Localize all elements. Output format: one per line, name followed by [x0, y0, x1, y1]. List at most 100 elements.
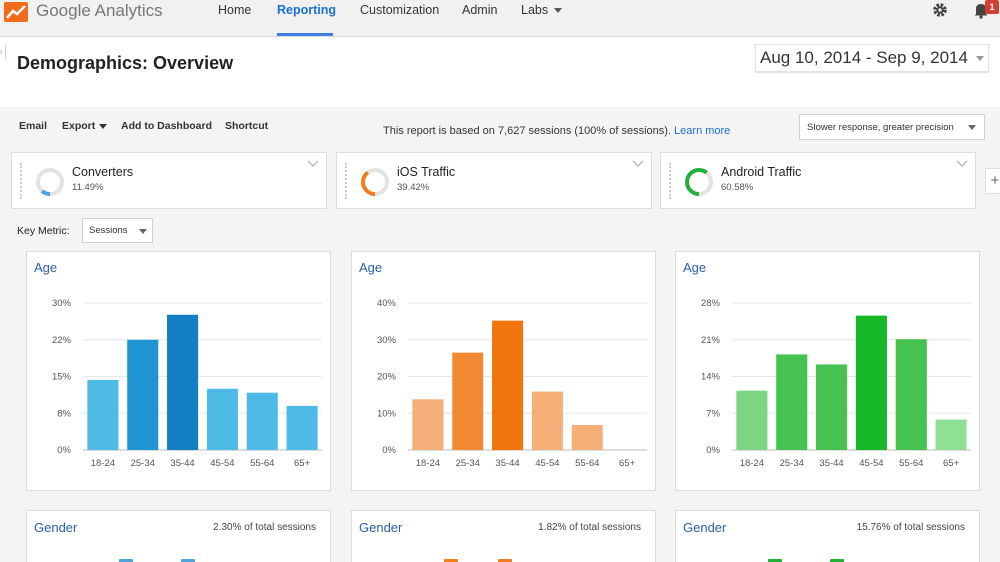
nav-reporting[interactable]: Reporting — [277, 3, 336, 17]
precision-select[interactable]: Slower response, greater precision — [799, 114, 985, 140]
nav-labs-label: Labs — [521, 3, 549, 17]
age-bar-18-24[interactable] — [87, 379, 119, 450]
y-tick-label: 14% — [701, 372, 721, 383]
age-bar-45-54[interactable] — [855, 315, 887, 450]
age-bar-18-24[interactable] — [412, 399, 444, 450]
precision-select-value: Slower response, greater precision — [807, 122, 954, 133]
top-nav-bar: Google Analytics Home Reporting Customiz… — [0, 0, 1000, 37]
key-metric-select[interactable]: Sessions — [82, 218, 153, 243]
y-tick-label: 10% — [377, 408, 397, 419]
segment-card-android[interactable]: Android Traffic 60.58% — [660, 152, 976, 209]
drag-handle[interactable] — [669, 163, 673, 199]
sampling-note: This report is based on 7,627 sessions (… — [383, 125, 730, 137]
active-tab-indicator — [277, 33, 333, 36]
nav-customization[interactable]: Customization — [360, 3, 439, 17]
segment-percent: 39.42% — [397, 182, 430, 193]
ring-track — [36, 168, 64, 196]
y-tick-label: 20% — [377, 372, 397, 383]
segment-ring-icon — [685, 168, 713, 196]
x-tick-label: 45-54 — [210, 458, 234, 469]
age-bar-65+[interactable] — [286, 405, 318, 450]
email-button[interactable]: Email — [19, 120, 47, 132]
age-chart-panel-converters: Age 30% 22% 15% 8% 0% 18-24 25-34 35-44 45-54 55-… — [26, 251, 331, 491]
age-bar-chart: 28% 21% 14% 7% 0% 18-24 25-34 35-44 45-54 55-64 65… — [701, 298, 971, 469]
age-bar-55-64[interactable] — [895, 339, 927, 450]
segment-name: Android Traffic — [721, 165, 802, 179]
x-tick-label: 18-24 — [740, 458, 764, 469]
date-range-picker[interactable]: Aug 10, 2014 - Sep 9, 2014 — [755, 44, 989, 72]
gear-icon[interactable] — [931, 1, 949, 19]
gender-panel-android: Gender 15.76% of total sessions — [675, 510, 980, 562]
chevron-down-icon[interactable] — [306, 158, 320, 170]
gender-session-share: 1.82% of total sessions — [538, 522, 641, 533]
collapse-sidebar-icon[interactable]: ‹ — [0, 45, 6, 59]
age-bar-35-44[interactable] — [492, 320, 524, 450]
drag-handle[interactable] — [20, 163, 24, 199]
x-tick-label: 45-54 — [535, 458, 559, 469]
age-bar-55-64[interactable] — [571, 425, 603, 450]
nav-home[interactable]: Home — [218, 3, 251, 17]
segment-ring-icon — [36, 168, 64, 196]
y-tick-label: 28% — [701, 298, 721, 309]
age-bar-18-24[interactable] — [736, 390, 768, 450]
age-bar-55-64[interactable] — [246, 392, 278, 450]
notification-badge[interactable]: 1 — [985, 0, 999, 14]
x-tick-label: 25-34 — [780, 458, 804, 469]
export-button[interactable]: Export — [62, 120, 108, 132]
drag-handle[interactable] — [345, 163, 349, 199]
age-chart-panel-android: Age 28% 21% 14% 7% 0% 18-24 25-34 35-44 45-54 55-… — [675, 251, 980, 491]
x-tick-label: 35-44 — [495, 458, 519, 469]
age-bar-25-34[interactable] — [127, 339, 159, 450]
x-tick-label: 25-34 — [131, 458, 155, 469]
age-bar-65+[interactable] — [935, 419, 967, 450]
x-tick-label: 35-44 — [819, 458, 843, 469]
y-tick-label: 0% — [706, 445, 720, 456]
age-bar-45-54[interactable] — [531, 391, 563, 450]
y-tick-label: 15% — [52, 372, 72, 383]
age-bar-35-44[interactable] — [816, 364, 848, 450]
segment-percent: 60.58% — [721, 182, 754, 193]
learn-more-link[interactable]: Learn more — [674, 125, 730, 137]
gender-title[interactable]: Gender — [34, 520, 77, 535]
gender-session-share: 15.76% of total sessions — [856, 522, 965, 533]
gender-title[interactable]: Gender — [359, 520, 402, 535]
x-tick-label: 65+ — [619, 458, 636, 469]
chevron-down-icon[interactable] — [955, 158, 969, 170]
shortcut-button[interactable]: Shortcut — [225, 120, 268, 132]
chevron-down-icon[interactable] — [976, 56, 984, 61]
add-to-dashboard-button[interactable]: Add to Dashboard — [121, 120, 212, 132]
age-bar-chart: 30% 22% 15% 8% 0% 18-24 25-34 35-44 45-54 55-64 65… — [52, 298, 322, 469]
x-tick-label: 35-44 — [170, 458, 194, 469]
gender-panel-ios: Gender 1.82% of total sessions — [351, 510, 656, 562]
x-tick-label: 18-24 — [416, 458, 440, 469]
add-segment-button[interactable]: + — [985, 168, 1000, 194]
key-metric-value: Sessions — [89, 225, 128, 236]
age-chart-panel-ios: Age 40% 30% 20% 10% 0% 18-24 25-34 35-44 45-54 55… — [351, 251, 656, 491]
segment-name: Converters — [72, 165, 134, 179]
y-tick-label: 0% — [57, 445, 71, 456]
age-bar-45-54[interactable] — [206, 388, 238, 450]
age-bar-35-44[interactable] — [167, 314, 199, 450]
y-tick-label: 21% — [701, 335, 721, 346]
chevron-down-icon — [139, 229, 147, 234]
nav-labs[interactable]: Labs — [521, 3, 563, 17]
segment-percent: 11.49% — [72, 182, 104, 193]
gender-panel-converters: Gender 2.30% of total sessions — [26, 510, 331, 562]
sampling-note-text: This report is based on 7,627 sessions (… — [383, 125, 671, 137]
age-bar-25-34[interactable] — [452, 352, 484, 450]
gender-title[interactable]: Gender — [683, 520, 726, 535]
analytics-logo-icon — [4, 2, 28, 22]
age-bar-25-34[interactable] — [776, 354, 808, 450]
y-tick-label: 30% — [52, 298, 72, 309]
y-tick-label: 30% — [377, 335, 397, 346]
y-tick-label: 7% — [706, 408, 720, 419]
chevron-down-icon — [99, 123, 108, 129]
y-tick-label: 0% — [382, 445, 396, 456]
brand-name: Google Analytics — [36, 1, 163, 20]
segment-card-ios[interactable]: iOS Traffic 39.42% — [336, 152, 652, 209]
segment-card-converters[interactable]: Converters 11.49% — [11, 152, 327, 209]
chevron-down-icon[interactable] — [631, 158, 645, 170]
nav-admin[interactable]: Admin — [462, 3, 497, 17]
x-tick-label: 65+ — [294, 458, 311, 469]
x-tick-label: 55-64 — [899, 458, 923, 469]
